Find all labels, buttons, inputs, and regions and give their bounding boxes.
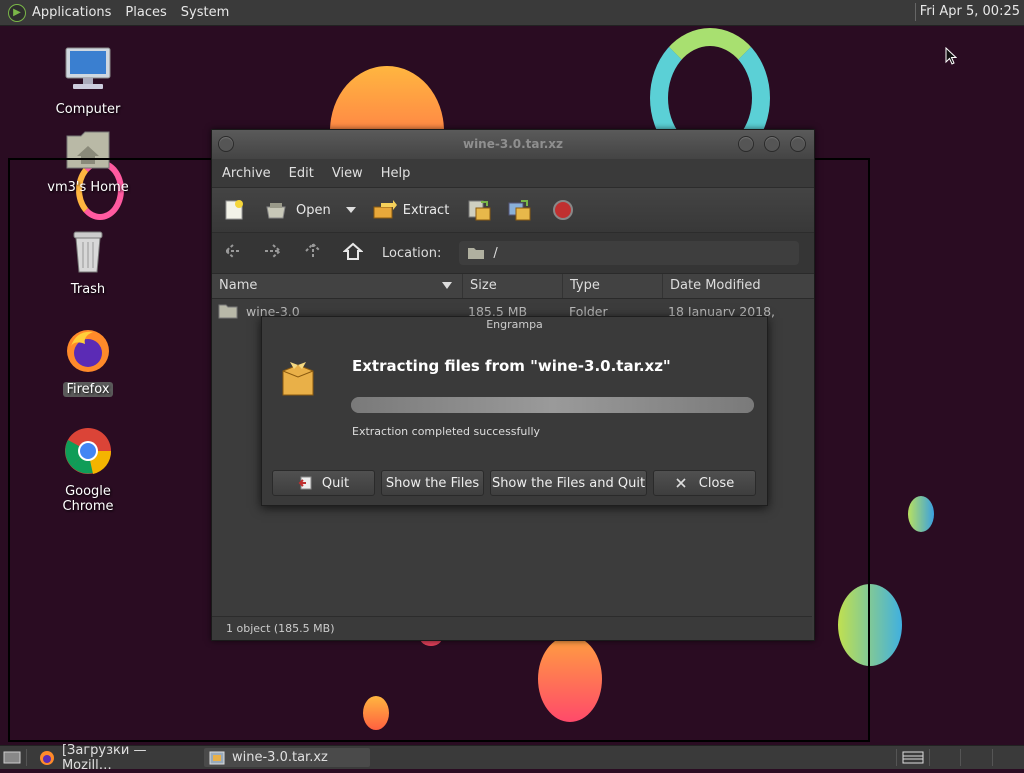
menu-places[interactable]: Places xyxy=(125,5,166,20)
close-icon xyxy=(676,478,686,488)
arrow-up-icon xyxy=(305,242,321,259)
workspace-switcher-3[interactable] xyxy=(962,749,993,766)
workspace-switcher-4[interactable] xyxy=(994,749,1024,766)
sort-chevron-down-icon xyxy=(442,282,452,289)
location-field[interactable]: / xyxy=(459,241,800,265)
status-bar: 1 object (185.5 MB) xyxy=(212,616,812,640)
new-archive-button[interactable] xyxy=(222,198,246,222)
add-files-button[interactable] xyxy=(467,198,493,222)
quit-label: Quit xyxy=(321,475,350,491)
stop-button[interactable] xyxy=(551,198,575,222)
dialog-message: Extraction completed successfully xyxy=(352,425,541,438)
show-files-button[interactable]: Show the Files xyxy=(381,470,484,496)
workspace-switcher-1[interactable] xyxy=(896,749,930,766)
window-titlebar[interactable]: wine-3.0.tar.xz xyxy=(212,130,814,159)
open-label: Open xyxy=(296,202,331,218)
top-panel: ▶ Applications Places System Fri Apr 5, … xyxy=(0,0,1024,26)
extract-icon xyxy=(373,200,397,219)
home-icon xyxy=(342,242,364,260)
folder-icon xyxy=(468,248,485,259)
mouse-pointer-icon xyxy=(945,47,957,65)
open-icon xyxy=(266,203,286,219)
package-icon xyxy=(282,362,314,396)
panel-separator xyxy=(915,3,916,21)
quit-icon xyxy=(298,476,312,490)
column-size[interactable]: Size xyxy=(463,274,563,298)
close-window-button[interactable] xyxy=(790,136,806,152)
close-button[interactable]: Close xyxy=(653,470,756,496)
quit-button[interactable]: Quit xyxy=(272,470,375,496)
progress-bar xyxy=(351,397,754,413)
taskbar-item-label: wine-3.0.tar.xz xyxy=(232,750,328,765)
column-date[interactable]: Date Modified xyxy=(663,274,812,298)
desktop-icon-label: Computer xyxy=(55,102,121,117)
taskbar-item-firefox[interactable]: [Загрузки — Mozill… xyxy=(34,743,200,773)
menu-view[interactable]: View xyxy=(332,166,363,181)
menubar: Archive Edit View Help xyxy=(212,159,814,187)
menu-help[interactable]: Help xyxy=(381,166,411,181)
window-title: wine-3.0.tar.xz xyxy=(462,137,563,151)
workspace-icon xyxy=(902,751,924,764)
distro-logo-icon[interactable]: ▶ xyxy=(8,3,26,22)
dialog-title: Engrampa xyxy=(262,317,767,333)
clock[interactable]: Fri Apr 5, 00:25 xyxy=(920,4,1020,19)
close-label: Close xyxy=(698,475,735,491)
show-files-and-quit-button[interactable]: Show the Files and Quit xyxy=(490,470,647,496)
show-desktop-button[interactable] xyxy=(0,749,27,766)
column-name-label: Name xyxy=(219,278,258,293)
toolbar: Open Extract xyxy=(212,187,814,232)
location-label: Location: xyxy=(382,245,442,261)
dialog-heading: Extracting files from "wine-3.0.tar.xz" xyxy=(352,357,671,375)
show-desktop-icon xyxy=(3,751,21,764)
menu-edit[interactable]: Edit xyxy=(289,166,314,181)
add-folder-icon xyxy=(508,200,531,221)
bottom-panel: [Загрузки — Mozill… wine-3.0.tar.xz xyxy=(0,743,1024,773)
open-button[interactable]: Open xyxy=(264,199,331,221)
menu-applications[interactable]: Applications xyxy=(32,5,111,20)
new-document-icon xyxy=(225,200,243,220)
archive-manager-icon xyxy=(209,751,225,764)
taskbar-item-archive[interactable]: wine-3.0.tar.xz xyxy=(204,748,370,767)
extract-button[interactable]: Extract xyxy=(371,199,450,221)
chevron-down-icon xyxy=(345,207,356,213)
minimize-button[interactable] xyxy=(738,136,754,152)
arrow-right-icon xyxy=(265,244,282,258)
workspace-switcher-2[interactable] xyxy=(930,749,961,766)
desktop-icon-computer[interactable]: Computer xyxy=(38,46,138,117)
column-name[interactable]: Name xyxy=(212,274,463,298)
firefox-icon xyxy=(40,750,54,765)
progress-fill xyxy=(351,397,754,413)
column-header: Name Size Type Date Modified xyxy=(212,273,814,299)
folder-icon xyxy=(218,304,238,319)
arrow-left-icon xyxy=(224,244,241,258)
open-dropdown-button[interactable] xyxy=(345,205,357,215)
taskbar-item-label: [Загрузки — Mozill… xyxy=(61,742,147,773)
column-type[interactable]: Type xyxy=(563,274,663,298)
home-button[interactable] xyxy=(342,242,364,264)
maximize-button[interactable] xyxy=(764,136,780,152)
extract-progress-dialog: Engrampa Extracting files from "wine-3.0… xyxy=(261,316,768,506)
extract-label: Extract xyxy=(402,202,450,218)
menu-archive[interactable]: Archive xyxy=(222,166,271,181)
menu-system[interactable]: System xyxy=(181,5,229,20)
location-path: / xyxy=(493,245,498,261)
add-folder-button[interactable] xyxy=(507,198,533,222)
forward-button[interactable] xyxy=(262,243,284,263)
up-button[interactable] xyxy=(302,242,324,264)
stop-icon xyxy=(553,200,574,220)
back-button[interactable] xyxy=(222,243,244,263)
add-files-icon xyxy=(468,200,491,221)
computer-icon xyxy=(65,47,111,89)
location-bar: Location: / xyxy=(212,232,814,273)
